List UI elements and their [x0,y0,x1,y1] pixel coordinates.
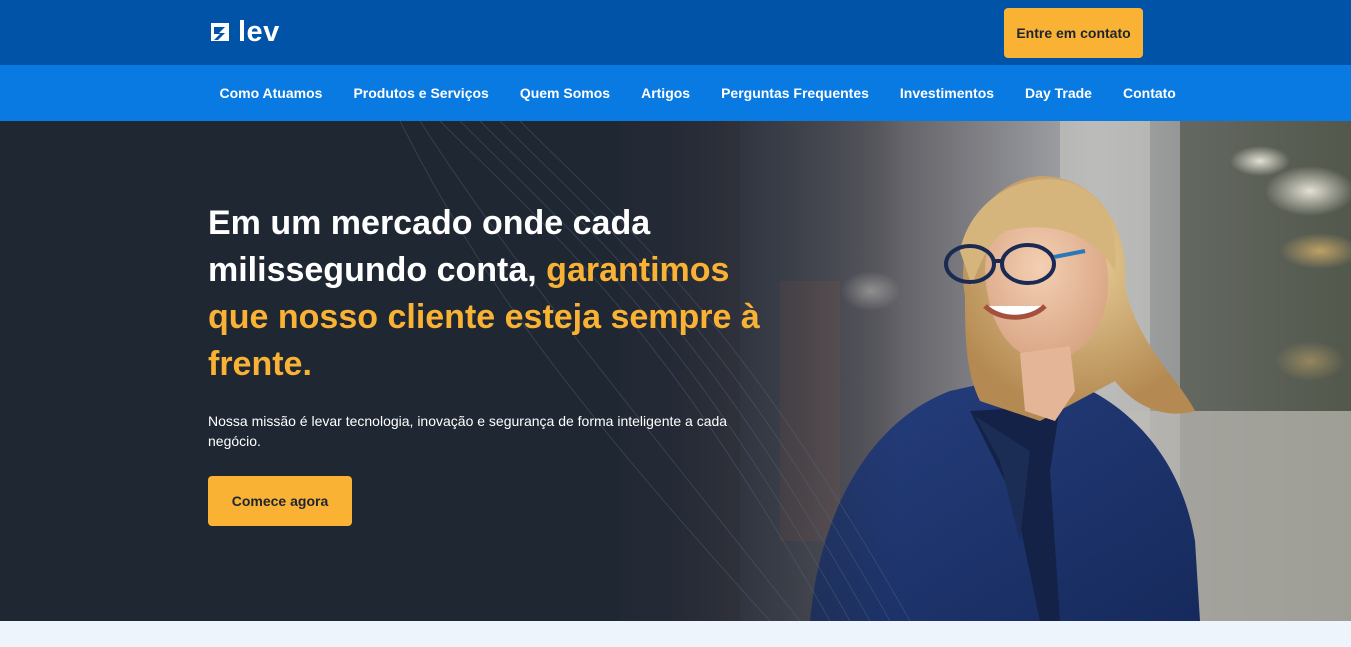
main-nav: Como Atuamos Produtos e Serviços Quem So… [0,65,1351,121]
contact-button[interactable]: Entre em contato [1004,8,1143,58]
logo-text: lev [238,16,280,48]
brand-logo[interactable]: lev [208,16,280,48]
hero-section: Em um mercado onde cada milissegundo con… [0,121,1351,621]
top-header: lev Entre em contato [0,0,1351,65]
lev-logo-icon [211,23,229,41]
nav-item-investimentos[interactable]: Investimentos [884,65,1009,121]
nav-item-como-atuamos[interactable]: Como Atuamos [204,65,338,121]
nav-list: Como Atuamos Produtos e Serviços Quem So… [204,65,1191,121]
nav-item-produtos-e-servicos[interactable]: Produtos e Serviços [338,65,504,121]
nav-item-day-trade[interactable]: Day Trade [1010,65,1108,121]
nav-item-perguntas-frequentes[interactable]: Perguntas Frequentes [706,65,885,121]
start-now-button[interactable]: Comece agora [208,476,352,526]
hero-headline: Em um mercado onde cada milissegundo con… [208,200,768,388]
nav-item-contato[interactable]: Contato [1107,65,1191,121]
mission-text: Nossa missão é levar tecnologia, inovaçã… [208,413,728,449]
next-section-edge [0,621,1351,647]
nav-item-artigos[interactable]: Artigos [626,65,706,121]
nav-item-quem-somos[interactable]: Quem Somos [504,65,625,121]
